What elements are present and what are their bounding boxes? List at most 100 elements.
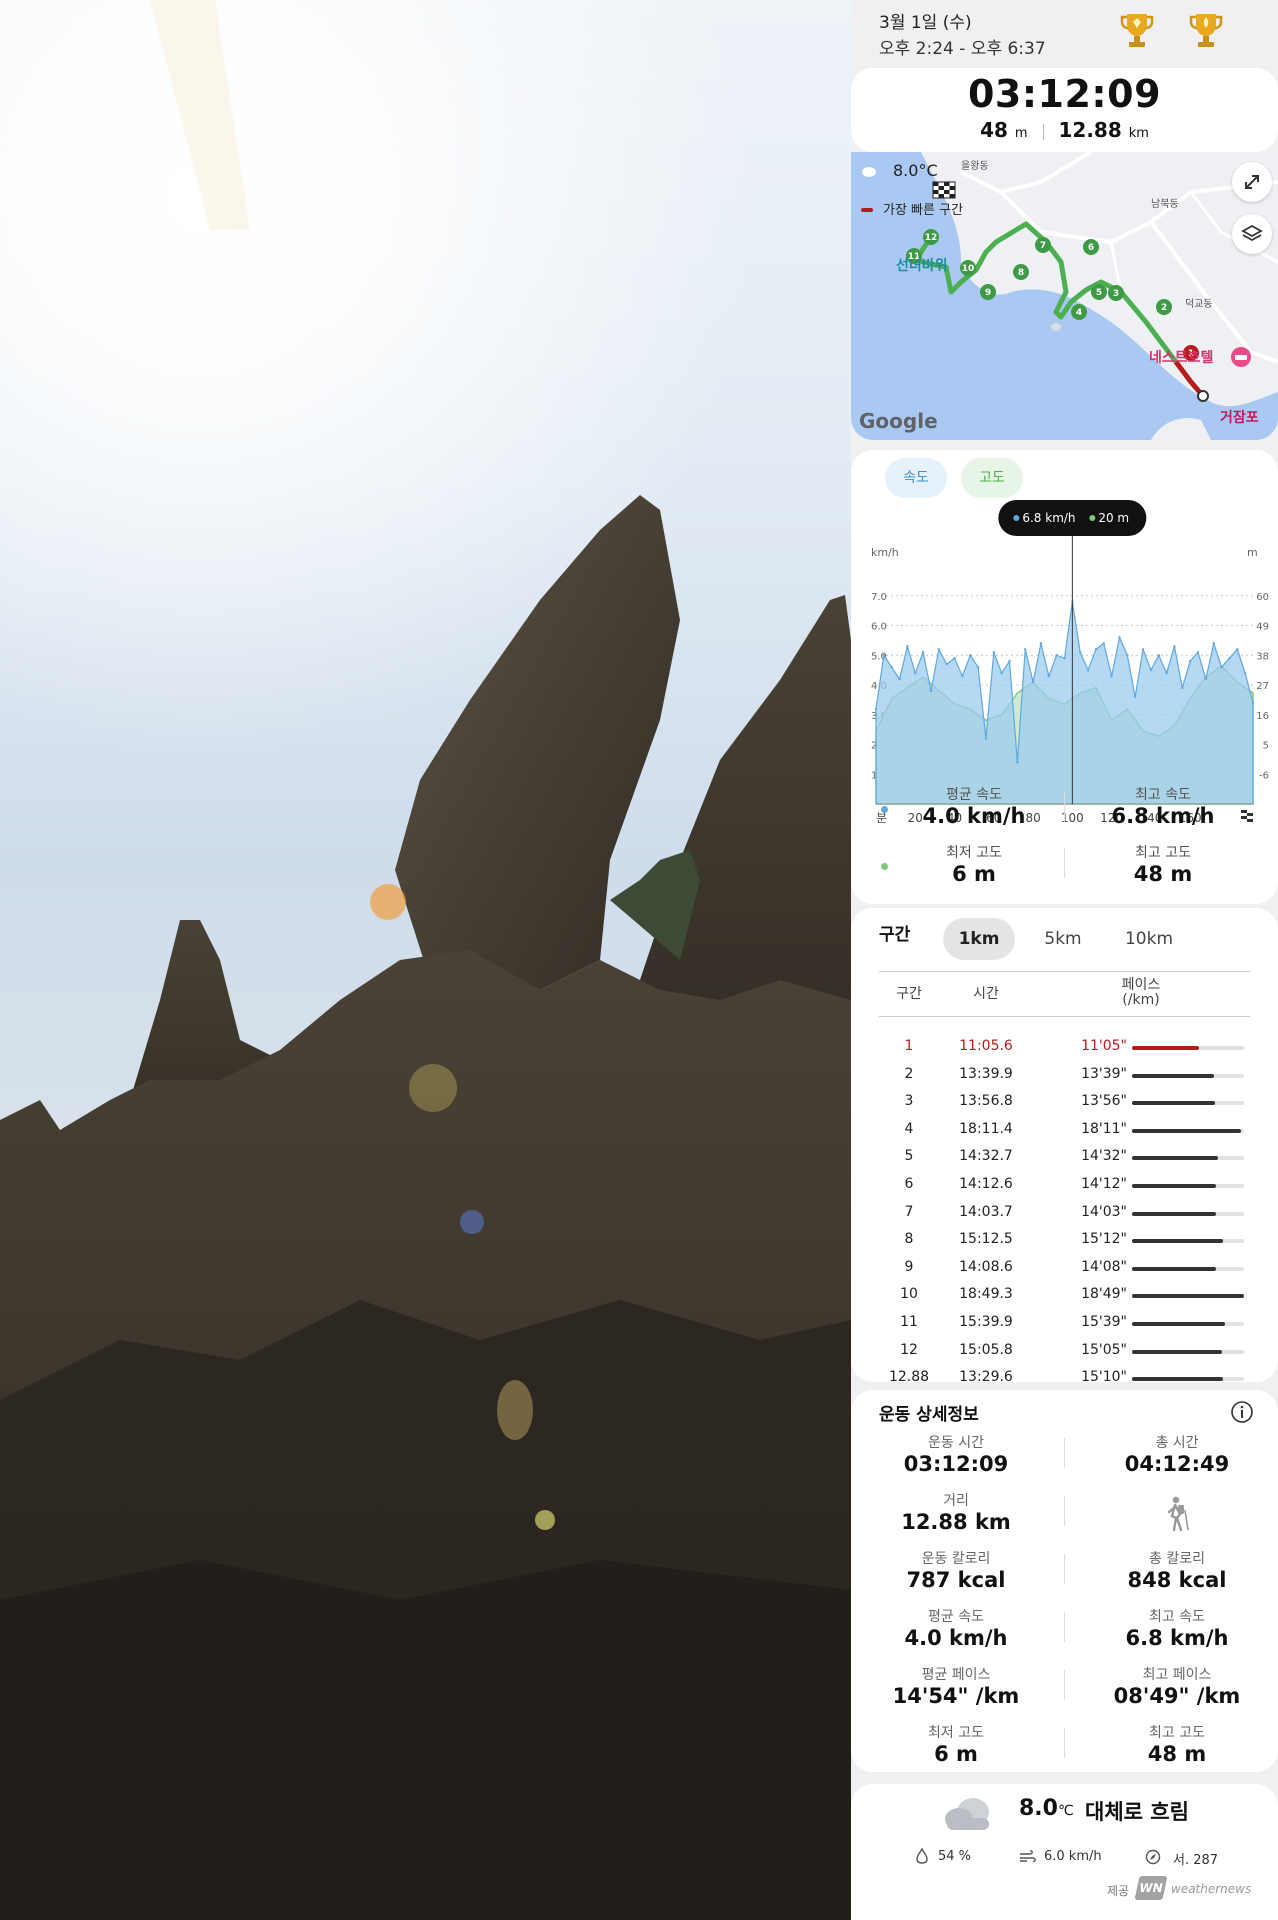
segment-time: 18:11.4	[959, 1120, 1013, 1137]
col-segment-header: 구간	[896, 986, 922, 1002]
finish-flag-icon	[932, 181, 956, 199]
place-label: 덕교동	[1185, 298, 1213, 310]
route-map[interactable]: 12 11 10 9 8 7 6 5 3 4 2 1 을왕동 남북동 덕교동 선…	[851, 152, 1278, 440]
segment-pace: 18'49"	[1081, 1286, 1127, 1303]
pace-bar-fill	[1132, 1266, 1216, 1271]
segment-number: 12.88	[888, 1369, 930, 1382]
segment-row: 3 13:56.8 13'56"	[851, 1089, 1278, 1116]
col-pace-header: 페이스	[1121, 977, 1161, 993]
speed-point	[984, 737, 988, 740]
route-marker-6: 6	[1088, 243, 1094, 253]
speed-point	[1220, 665, 1223, 669]
expand-map-button[interactable]	[1232, 162, 1272, 202]
segment-pace: 13'56"	[1081, 1093, 1127, 1110]
pace-bar-fill	[1132, 1349, 1222, 1354]
max-pace-label: 최고 페이스	[1142, 1667, 1212, 1683]
workout-time-range: 오후 2:24 - 오후 6:37	[879, 39, 1046, 59]
segment-time: 13:29.6	[959, 1369, 1013, 1382]
segment-number: 9	[904, 1258, 914, 1275]
segment-row: 5 14:32.7 14'32"	[851, 1144, 1278, 1171]
y-tick-right: 38	[1256, 651, 1269, 662]
info-icon[interactable]	[1230, 1400, 1254, 1424]
tab-1km[interactable]: 1km	[943, 918, 1015, 960]
route-marker-10: 10	[962, 264, 975, 274]
speed-point	[1157, 654, 1160, 657]
segment-time: 14:32.7	[959, 1148, 1013, 1165]
speed-point	[1251, 701, 1255, 705]
max-pace-value: 08'49" /km	[1113, 1684, 1241, 1708]
detail-avg-speed-label: 평균 속도	[928, 1609, 984, 1625]
tab-altitude[interactable]: 고도	[961, 458, 1023, 498]
route-marker-7: 7	[1040, 241, 1046, 251]
segment-number: 10	[900, 1286, 918, 1303]
place-label: 거잠포	[1220, 409, 1259, 426]
segment-number: 2	[904, 1065, 914, 1082]
duration-value: 03:12:09	[967, 72, 1162, 116]
max-speed-value: 6.8 km/h	[1111, 804, 1215, 828]
speed-point	[882, 654, 886, 657]
google-attribution: Google	[859, 409, 938, 433]
distance-label: 거리	[943, 1493, 969, 1509]
speed-point	[914, 671, 917, 675]
pace-bar	[1132, 1128, 1244, 1133]
workout-date: 3월 1일 (수)	[879, 13, 972, 33]
map-layers-button[interactable]	[1232, 214, 1272, 254]
segment-number: 5	[904, 1148, 914, 1165]
weather-temp: 8.0℃	[1019, 1796, 1074, 1821]
trophy-icon[interactable]	[1119, 10, 1155, 50]
workout-cal-label: 운동 칼로리	[921, 1551, 991, 1567]
pace-bar	[1132, 1349, 1244, 1354]
segment-row: 12 15:05.8 15'05"	[851, 1338, 1278, 1365]
y-tick-right: 60	[1256, 592, 1269, 603]
speed-point	[1094, 648, 1098, 651]
speed-altitude-chart[interactable]: km/hm7.0606.0495.0384.0273.0162.051.0-6분…	[851, 498, 1278, 828]
segment-pace: 18'11"	[1081, 1120, 1127, 1137]
segment-time: 11:05.6	[959, 1038, 1013, 1054]
pace-bar	[1132, 1073, 1244, 1078]
segment-pace: 14'08"	[1081, 1258, 1127, 1275]
speed-point	[976, 665, 980, 669]
tab-10km[interactable]: 10km	[1108, 918, 1190, 960]
segment-row: 10 18:49.3 18'49"	[851, 1282, 1278, 1309]
speed-point	[1000, 671, 1003, 675]
segment-row: 8 15:12.5 15'12"	[851, 1227, 1278, 1254]
y-tick-left: 6.0	[871, 622, 887, 633]
summary-card: 03:12:09 48 m 12.88 km	[851, 68, 1278, 152]
trophy-icon[interactable]	[1188, 10, 1224, 50]
speed-point	[1188, 660, 1192, 663]
route-marker-2: 2	[1161, 303, 1167, 313]
pace-bar	[1132, 1294, 1244, 1299]
detail-min-alt-label: 최저 고도	[928, 1725, 984, 1741]
segment-time: 14:08.6	[959, 1258, 1013, 1275]
segment-row: 6 14:12.6 14'12"	[851, 1172, 1278, 1199]
weather-temp-value: 8.0	[1019, 1796, 1058, 1821]
pace-bar-fill	[1132, 1101, 1215, 1106]
speed-area	[875, 601, 1254, 805]
speed-point	[1204, 677, 1208, 681]
speed-point	[1196, 651, 1200, 654]
pace-bar-fill	[1132, 1377, 1223, 1382]
elevation-unit: m	[1014, 126, 1028, 141]
speed-point	[874, 707, 878, 710]
route-marker-4: 4	[1076, 308, 1082, 318]
speed-point	[1031, 680, 1035, 684]
speed-point	[1133, 695, 1137, 699]
speed-point	[1110, 674, 1113, 678]
segment-pace: 14'03"	[1081, 1203, 1127, 1220]
segment-row: 7 14:03.7 14'03"	[851, 1200, 1278, 1227]
detail-max-alt-label: 최고 고도	[1149, 1725, 1205, 1741]
segment-number: 11	[900, 1314, 918, 1330]
pace-bar	[1132, 1046, 1244, 1050]
layers-icon	[1241, 224, 1263, 242]
tab-5km[interactable]: 5km	[1027, 918, 1099, 960]
speed-point	[1212, 642, 1215, 645]
speed-point	[1243, 671, 1247, 675]
workout-details-card: 운동 상세정보 운동 시간 03:12:09 총 시간 04:12:49 거리 …	[851, 1390, 1278, 1772]
map-temperature: 8.0°C	[893, 161, 938, 180]
tooltip-altitude: 20 m	[1098, 511, 1129, 525]
tab-speed[interactable]: 속도	[885, 458, 947, 498]
speed-point	[1165, 671, 1168, 675]
pace-bar-fill	[1132, 1322, 1225, 1326]
pace-bar-fill	[1132, 1156, 1219, 1161]
hiking-icon	[1167, 1496, 1189, 1532]
